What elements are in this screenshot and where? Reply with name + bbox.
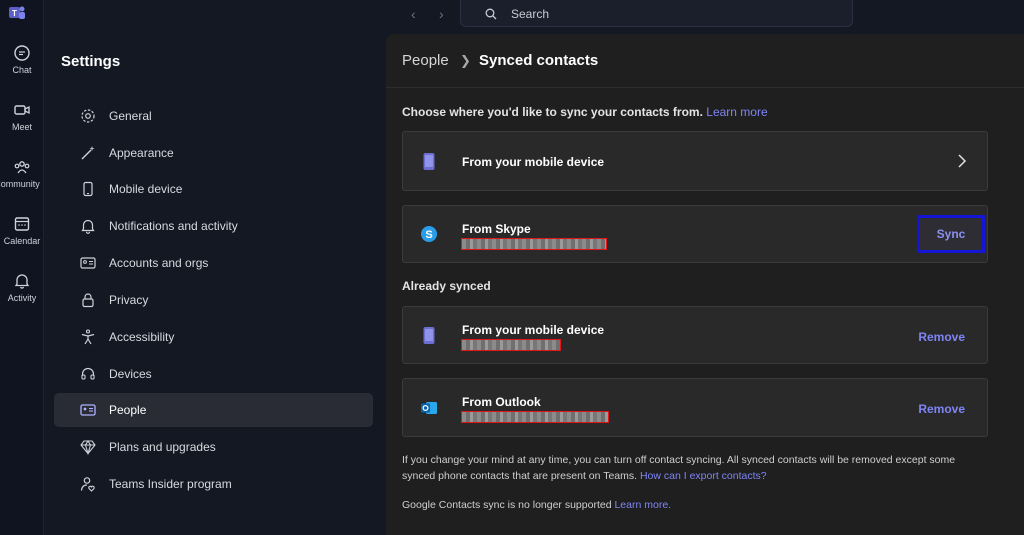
settings-item-plans[interactable]: Plans and upgrades (54, 430, 373, 464)
settings-item-label: Teams Insider program (109, 477, 232, 491)
phone-icon (83, 181, 93, 197)
settings-item-label: Mobile device (109, 182, 183, 196)
sync-button[interactable]: Sync (917, 215, 985, 253)
settings-item-label: Notifications and activity (109, 219, 238, 233)
settings-item-label: Devices (109, 367, 152, 381)
redacted-account (461, 411, 609, 423)
lock-icon (82, 293, 94, 308)
rail-item-activity[interactable]: Activity (0, 272, 44, 303)
settings-item-accounts[interactable]: Accounts and orgs (54, 246, 373, 280)
search-icon (485, 8, 497, 20)
rail-label: Activity (7, 293, 37, 303)
rail-item-calendar[interactable]: Calendar (0, 215, 44, 246)
intro-label: Choose where you'd like to sync your con… (402, 105, 703, 119)
rail-label: Meet (11, 122, 32, 132)
card-title: From Outlook (462, 395, 541, 409)
divider (386, 87, 1024, 88)
card-title: From Skype (462, 222, 531, 236)
id-card-icon (80, 257, 96, 269)
forward-arrow-icon[interactable]: › (439, 6, 444, 22)
card-title: From your mobile device (462, 323, 605, 337)
rail-item-community[interactable]: Community (0, 158, 44, 189)
video-icon (14, 105, 30, 115)
intro-text: Choose where you'd like to sync your con… (402, 105, 768, 119)
breadcrumb-parent[interactable]: People (402, 52, 449, 69)
settings-item-label: Accounts and orgs (109, 256, 209, 270)
remove-mobile-button[interactable]: Remove (918, 330, 965, 344)
bell-icon (81, 219, 95, 234)
settings-item-label: Appearance (109, 146, 174, 160)
gear-icon (81, 109, 95, 123)
accessibility-icon (81, 329, 95, 345)
page-title: Synced contacts (479, 52, 599, 69)
already-synced-heading: Already synced (402, 279, 491, 293)
back-arrow-icon[interactable]: ‹ (411, 6, 416, 22)
outlook-icon (421, 402, 437, 414)
chat-icon (14, 45, 30, 61)
phone-icon (423, 153, 435, 170)
rail-item-meet[interactable]: Meet (0, 101, 44, 132)
settings-item-label: Privacy (109, 293, 149, 307)
svg-text:T: T (12, 9, 17, 18)
remove-outlook-button[interactable]: Remove (918, 402, 965, 416)
breadcrumb-chevron-icon: ❯ (460, 53, 471, 68)
settings-item-general[interactable]: General (54, 99, 373, 133)
calendar-icon (14, 217, 30, 231)
contact-card-icon (80, 404, 96, 416)
search-input[interactable]: Search (460, 0, 853, 27)
synced-mobile-card: From your mobile device Remove (402, 306, 988, 364)
search-placeholder: Search (511, 7, 550, 21)
svg-text:S: S (425, 229, 432, 241)
sync-note: If you change your mind at any time, you… (402, 452, 982, 484)
redacted-account (461, 339, 561, 351)
settings-item-label: General (109, 109, 152, 123)
skype-icon: S (421, 226, 437, 242)
settings-item-insider[interactable]: Teams Insider program (54, 467, 373, 501)
settings-item-accessibility[interactable]: Accessibility (54, 320, 373, 354)
settings-item-notifications[interactable]: Notifications and activity (54, 209, 373, 243)
chevron-right-icon[interactable] (957, 153, 967, 169)
google-note-text: Google Contacts sync is no longer suppor… (402, 499, 612, 511)
headset-icon (81, 367, 95, 380)
rail-item-chat[interactable]: Chat (0, 44, 44, 75)
source-mobile-card[interactable]: From your mobile device (402, 131, 988, 191)
app-rail: T Chat Meet Community Calendar (0, 0, 44, 535)
phone-icon (423, 327, 435, 344)
settings-item-privacy[interactable]: Privacy (54, 283, 373, 317)
export-contacts-link[interactable]: How can I export contacts? (640, 470, 767, 482)
synced-outlook-card: From Outlook Remove (402, 378, 988, 437)
rail-label: Calendar (3, 236, 41, 246)
settings-item-label: Accessibility (109, 330, 175, 344)
redacted-account (461, 238, 607, 250)
card-title: From your mobile device (462, 155, 605, 169)
settings-title: Settings (61, 53, 121, 70)
bell-icon (14, 274, 30, 289)
insider-icon (80, 477, 95, 492)
community-icon (14, 161, 30, 174)
source-skype-card: S From Skype Sync (402, 205, 988, 263)
google-note: Google Contacts sync is no longer suppor… (402, 497, 982, 513)
wand-icon (81, 146, 95, 160)
settings-item-appearance[interactable]: Appearance (54, 136, 373, 170)
rail-label: Chat (12, 65, 32, 75)
diamond-icon (80, 439, 96, 455)
teams-logo-icon[interactable]: T (8, 4, 26, 22)
settings-item-devices[interactable]: Devices (54, 357, 373, 391)
settings-item-people[interactable]: People (54, 393, 373, 427)
settings-item-mobile-device[interactable]: Mobile device (54, 172, 373, 206)
settings-item-label: People (109, 403, 147, 417)
learn-more-link[interactable]: Learn more (706, 105, 767, 119)
google-learn-more-link[interactable]: Learn more. (614, 499, 671, 511)
synced-contacts-panel: People ❯ Synced contacts Choose where yo… (386, 34, 1024, 535)
settings-item-label: Plans and upgrades (109, 440, 216, 454)
rail-label: Community (0, 179, 40, 189)
